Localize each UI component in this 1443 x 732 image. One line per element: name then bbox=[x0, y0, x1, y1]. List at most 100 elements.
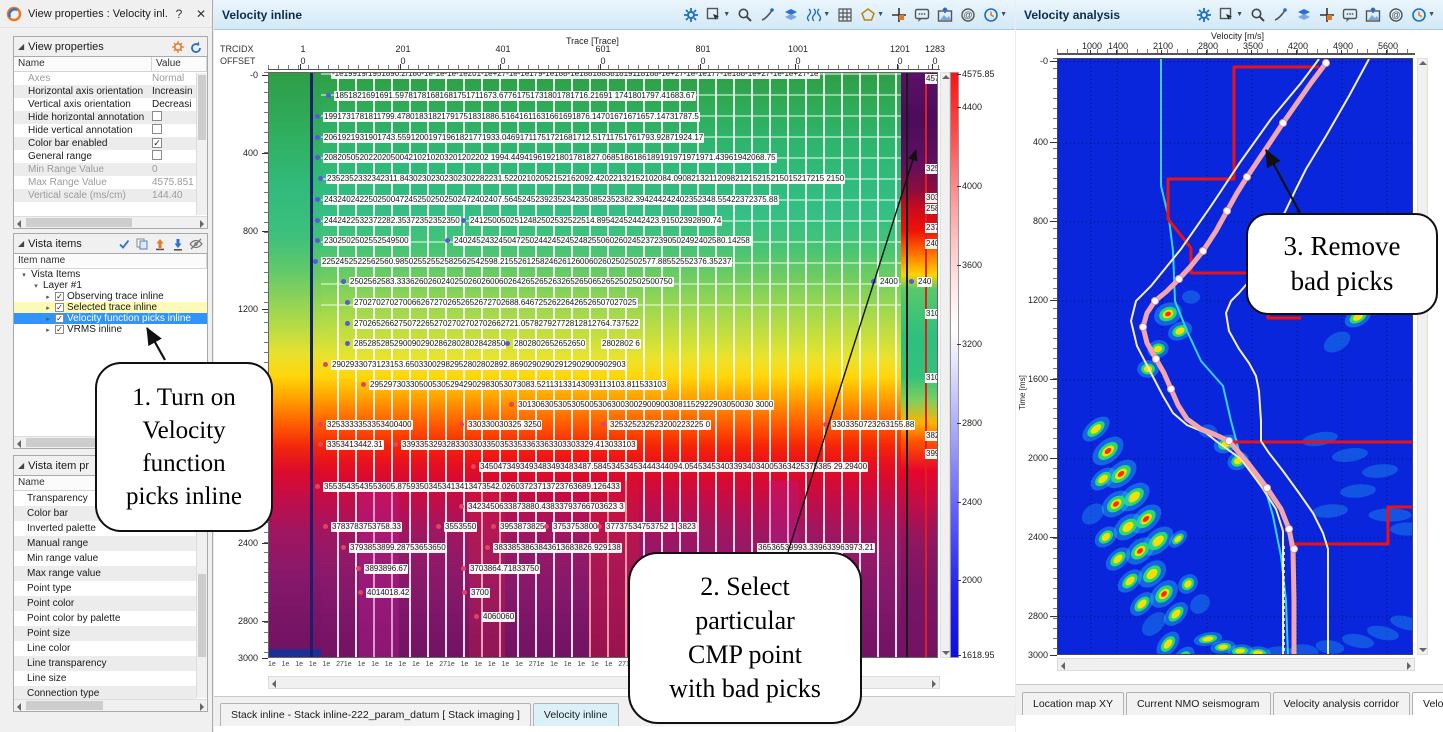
checkbox[interactable] bbox=[152, 150, 162, 160]
pick-point[interactable] bbox=[1222, 206, 1232, 216]
pick-point[interactable] bbox=[318, 176, 323, 181]
pick-point[interactable] bbox=[315, 114, 320, 119]
velocity-value-label[interactable]: 3253333353353400400 bbox=[326, 420, 413, 430]
clone-item-icon[interactable] bbox=[135, 237, 149, 251]
velocity-value-label[interactable]: 3393353293283303303350353353363363303303… bbox=[401, 440, 637, 450]
pick-point[interactable] bbox=[474, 614, 479, 619]
velocity-value-label[interactable]: -1e19919/1951890.2/180-1e-1e-1e-1e201-1e… bbox=[331, 73, 820, 79]
reset-undo-icon[interactable] bbox=[189, 40, 203, 54]
velocity-value-label[interactable]: 2802802 6 bbox=[601, 339, 641, 349]
pick-point[interactable] bbox=[345, 300, 350, 305]
select-icon[interactable]: ▼ bbox=[1219, 7, 1243, 23]
tree-item-velocity-function-picks-inline[interactable]: ▸ ✓ Velocity function picks inline bbox=[14, 313, 207, 324]
pick-point[interactable] bbox=[1284, 524, 1294, 534]
velocity-value-label[interactable]: 37737534753752 1 bbox=[605, 522, 676, 532]
pick-point[interactable] bbox=[1150, 296, 1160, 306]
pick-point[interactable] bbox=[505, 341, 510, 346]
tab-current-nmo-seismogram[interactable]: Current NMO seismogram bbox=[1125, 692, 1271, 715]
pick-point[interactable] bbox=[1198, 246, 1208, 256]
checkbox[interactable]: ✓ bbox=[152, 138, 162, 148]
velocity-value-label[interactable]: 3953873825 bbox=[499, 522, 546, 532]
pick-point[interactable] bbox=[313, 259, 318, 264]
item-property-row[interactable]: Point size bbox=[14, 626, 196, 641]
velocity-value-label[interactable]: 2302502502552549500 bbox=[323, 236, 410, 246]
velocity-value-label[interactable]: 2502562583.33362602602402502602600602642… bbox=[349, 277, 674, 287]
property-row[interactable]: Horizontal axis orientation Increasin bbox=[14, 85, 196, 98]
pick-point[interactable] bbox=[544, 524, 549, 529]
pick-point[interactable] bbox=[871, 279, 876, 284]
view-properties-header[interactable]: ◢ View properties bbox=[14, 37, 207, 57]
item-property-row[interactable]: Point type bbox=[14, 581, 196, 596]
pick-point[interactable] bbox=[909, 279, 914, 284]
plot-vertical-scrollbar[interactable] bbox=[1417, 58, 1428, 655]
layers-icon[interactable] bbox=[783, 7, 799, 23]
layers-icon[interactable] bbox=[1296, 7, 1312, 23]
item-property-row[interactable]: Max range value bbox=[14, 566, 196, 581]
pick-icon[interactable] bbox=[1273, 7, 1289, 23]
checkbox[interactable]: ✓ bbox=[55, 292, 64, 301]
collapse-icon[interactable]: ◢ bbox=[18, 461, 24, 470]
pick-point[interactable] bbox=[1262, 483, 1272, 493]
pick-point[interactable] bbox=[823, 422, 828, 427]
velocity-value-label[interactable]: 3700 bbox=[470, 588, 490, 598]
tab-stack-inline-stack-inline-222-[interactable]: Stack inline - Stack inline-222_param_da… bbox=[220, 703, 531, 726]
pick-point[interactable] bbox=[445, 238, 450, 243]
velocity-value-label[interactable]: 2352352332342311.84302302302302302282231… bbox=[326, 174, 846, 184]
horizontal-scrollbar[interactable] bbox=[14, 699, 207, 711]
property-row[interactable]: Hide vertical annotation bbox=[14, 124, 196, 137]
item-property-row[interactable]: Manual range bbox=[14, 536, 196, 551]
pick-point[interactable] bbox=[323, 524, 328, 529]
velocity-value-label[interactable]: 2432402422502500472452502502502472402407… bbox=[323, 195, 779, 205]
pick-point[interactable] bbox=[597, 524, 602, 529]
pick-point[interactable] bbox=[1289, 544, 1299, 554]
pick-point[interactable] bbox=[461, 566, 466, 571]
hide-item-icon[interactable] bbox=[189, 237, 203, 251]
pick-point[interactable] bbox=[485, 545, 490, 550]
pick-point[interactable] bbox=[1224, 436, 1234, 446]
pick-point[interactable] bbox=[315, 484, 320, 489]
pick-point[interactable] bbox=[315, 155, 320, 160]
velocity-value-label[interactable]: 2252452522562560.98502552552582562542598… bbox=[321, 257, 733, 267]
velocity-value-label[interactable]: 2061921931901743.55912001971961821771933… bbox=[323, 133, 705, 143]
velocity-analysis-titlebar[interactable]: Velocity analysis ▼ @ ▼ bbox=[1016, 0, 1443, 30]
expander-icon[interactable]: ▾ bbox=[32, 282, 40, 290]
velocity-value-label[interactable]: 3353413442.31 bbox=[326, 440, 384, 450]
velocity-inline-titlebar[interactable]: Velocity inline ▼ ▼ ▼ @ ▼ bbox=[214, 0, 1015, 30]
pick-point[interactable] bbox=[315, 218, 320, 223]
window-titlebar[interactable]: View properties : Velocity inl... ? ✕ bbox=[0, 0, 212, 28]
at-zoom-icon[interactable]: @ bbox=[1388, 7, 1404, 23]
velocity-value-label[interactable]: 325325232523200223225 0 bbox=[609, 420, 712, 430]
pick-point[interactable] bbox=[393, 442, 398, 447]
check-all-icon[interactable] bbox=[117, 237, 131, 251]
velocity-value-label[interactable]: 3553550 bbox=[444, 522, 478, 532]
pick-point[interactable] bbox=[1151, 354, 1161, 364]
velocity-value-label[interactable]: 3823 bbox=[677, 522, 697, 532]
pick-point[interactable] bbox=[358, 590, 363, 595]
pick-point[interactable] bbox=[345, 321, 350, 326]
select-icon[interactable]: ▼ bbox=[706, 7, 730, 23]
tree-item-vista-items[interactable]: ▾ Vista Items bbox=[14, 269, 207, 280]
velocity-value-label[interactable]: 2702652662750722652702702702702662721.05… bbox=[353, 319, 640, 329]
property-row[interactable]: General range bbox=[14, 150, 196, 163]
velocity-value-label[interactable]: 2082050520220205004210210203201202202 19… bbox=[323, 153, 777, 163]
apply-settings-icon[interactable] bbox=[171, 40, 185, 54]
snapshot-icon[interactable] bbox=[1365, 6, 1381, 23]
velocity-value-label[interactable]: 2852852852900902902862802802842850 bbox=[353, 339, 507, 349]
clock-icon[interactable]: ▼ bbox=[983, 7, 1007, 23]
zoom-icon[interactable] bbox=[737, 7, 753, 23]
snapshot-icon[interactable] bbox=[937, 6, 953, 23]
pick-point[interactable] bbox=[315, 135, 320, 140]
comment-icon[interactable] bbox=[914, 7, 930, 23]
settings-icon[interactable] bbox=[1196, 7, 1212, 23]
tree-item-selected-trace-inline[interactable]: ▸ ✓ Selected trace inline bbox=[14, 302, 207, 313]
velocity-value-label[interactable]: 2442422532372282.35372352352350 bbox=[323, 216, 461, 226]
pick-point[interactable] bbox=[491, 524, 496, 529]
pick-point[interactable] bbox=[341, 545, 346, 550]
pick-point[interactable] bbox=[1278, 118, 1288, 128]
velocity-value-label[interactable]: 3703864.71833750 bbox=[469, 564, 540, 574]
property-row[interactable]: Max Range Value 4575.851 bbox=[14, 176, 196, 189]
velocity-value-label[interactable]: 2802802652652650 bbox=[513, 339, 587, 349]
settings-icon[interactable] bbox=[683, 7, 699, 23]
wiggle-icon[interactable]: ▼ bbox=[806, 7, 830, 23]
tab-location-map-xy[interactable]: Location map XY bbox=[1022, 692, 1124, 715]
